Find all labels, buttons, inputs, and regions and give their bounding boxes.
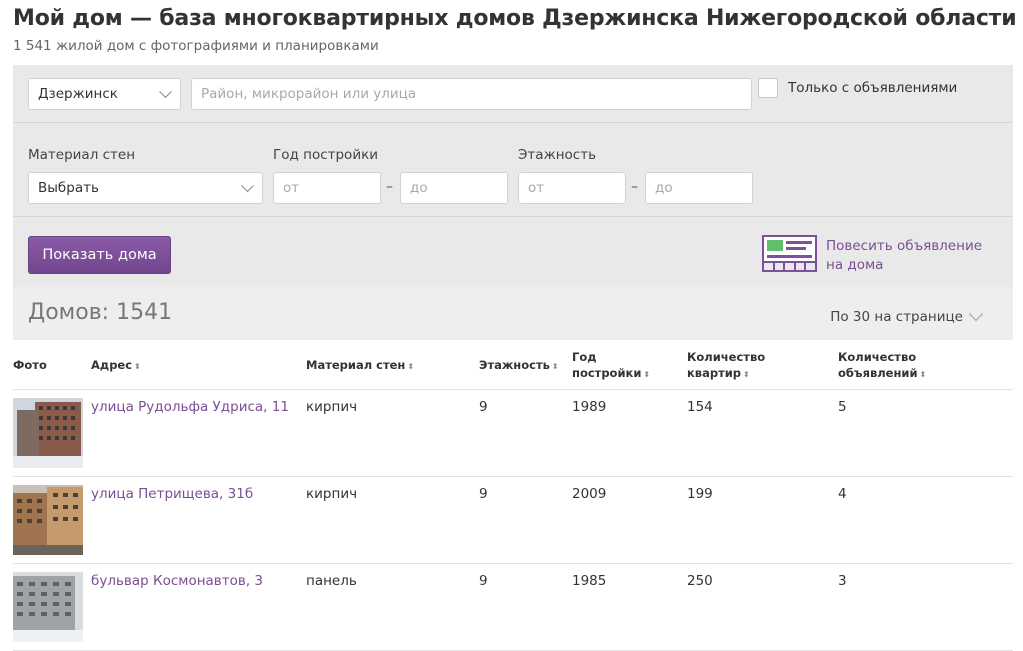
year-label: Год постройки	[273, 147, 379, 163]
chevron-down-icon	[241, 179, 254, 193]
col-header-address-label: Адрес	[91, 358, 133, 372]
chevron-down-icon[interactable]	[968, 306, 984, 322]
col-header-floors[interactable]: Этажность ⬍	[479, 357, 559, 375]
table-header-separator	[13, 389, 1013, 390]
houses-count: Домов: 1541	[28, 300, 173, 325]
year-from-input[interactable]: от	[273, 172, 381, 204]
col-header-year-line1: Год	[572, 350, 597, 364]
col-header-ads-line2-text: объявлений	[838, 366, 918, 380]
col-header-apartments[interactable]: Количество квартир ⬍	[687, 349, 765, 383]
cell-material: панель	[306, 573, 357, 589]
cell-apartments: 154	[687, 399, 713, 415]
row-separator	[13, 476, 1013, 477]
cell-material: кирпич	[306, 399, 358, 415]
floors-to-placeholder: до	[655, 180, 673, 196]
page-subtitle: 1 541 жилой дом с фотографиями и планиро…	[13, 38, 379, 54]
post-ad-link-line1: Повесить объявление	[826, 238, 983, 254]
only-with-ads-label[interactable]: Только с объявлениями	[788, 80, 957, 96]
city-select[interactable]: Дзержинск	[28, 78, 181, 110]
col-header-year[interactable]: Год постройки ⬍	[572, 349, 650, 383]
billboard-icon[interactable]	[762, 235, 817, 272]
cell-ads: 3	[838, 573, 847, 589]
house-photo[interactable]	[13, 485, 83, 555]
col-header-year-line2-text: постройки	[572, 366, 642, 380]
filters-separator	[13, 122, 1013, 123]
sort-icon: ⬍	[743, 370, 750, 379]
building-photo-2	[13, 485, 83, 555]
sort-icon: ⬍	[407, 362, 415, 371]
col-header-photo: Фото	[13, 358, 47, 372]
post-ad-link[interactable]: Повесить объявление на дома	[826, 237, 996, 275]
floors-from-input[interactable]: от	[518, 172, 626, 204]
post-ad-link-line2: на дома	[826, 257, 884, 273]
address-link[interactable]: улица Петрищева, 31б	[91, 486, 253, 502]
col-header-apartments-line1: Количество	[687, 350, 766, 364]
cell-year: 2009	[572, 486, 607, 502]
cell-material: кирпич	[306, 486, 358, 502]
cell-ads: 5	[838, 399, 847, 415]
col-header-ads[interactable]: Количество объявлений ⬍	[838, 349, 926, 383]
material-label: Материал стен	[28, 147, 136, 163]
address-link[interactable]: бульвар Космонавтов, 3	[91, 573, 263, 589]
cell-floors: 9	[479, 486, 488, 502]
show-houses-button[interactable]: Показать дома	[28, 236, 171, 274]
cell-year: 1989	[572, 399, 607, 415]
search-input-placeholder: Район, микрорайон или улица	[201, 86, 417, 102]
col-header-material[interactable]: Материал стен ⬍	[306, 357, 414, 375]
year-to-input[interactable]: до	[400, 172, 508, 204]
cell-year: 1985	[572, 573, 607, 589]
cell-apartments: 199	[687, 486, 713, 502]
search-input[interactable]: Район, микрорайон или улица	[191, 78, 752, 110]
cell-ads: 4	[838, 486, 847, 502]
col-header-apartments-line2: квартир ⬍	[687, 365, 765, 383]
page-title: Мой дом — база многоквартирных домов Дзе…	[13, 6, 1017, 31]
building-photo-1	[13, 398, 83, 468]
only-with-ads-checkbox[interactable]	[758, 78, 778, 98]
year-range-dash: –	[386, 179, 393, 195]
cell-apartments: 250	[687, 573, 713, 589]
house-photo[interactable]	[13, 398, 83, 468]
cell-floors: 9	[479, 573, 488, 589]
city-select-value: Дзержинск	[38, 86, 118, 102]
floors-to-input[interactable]: до	[645, 172, 753, 204]
col-header-material-label: Материал стен	[306, 358, 406, 372]
results-bar: Домов: 1541 По 30 на странице	[13, 287, 1013, 340]
material-select[interactable]: Выбрать	[28, 172, 263, 204]
filters-separator	[13, 216, 1013, 217]
col-header-ads-line1: Количество	[838, 350, 917, 364]
chevron-down-icon	[159, 85, 172, 99]
material-select-value: Выбрать	[38, 180, 99, 196]
col-header-floors-label: Этажность	[479, 358, 550, 372]
sort-icon: ⬍	[134, 362, 141, 371]
col-header-address[interactable]: Адрес ⬍	[91, 357, 141, 375]
row-separator	[13, 563, 1013, 564]
floors-range-dash: –	[631, 179, 638, 195]
cell-floors: 9	[479, 399, 488, 415]
col-header-apartments-line2-text: квартир	[687, 366, 742, 380]
floors-from-placeholder: от	[528, 180, 545, 196]
address-link[interactable]: улица Рудольфа Удриса, 11	[91, 399, 289, 415]
house-photo[interactable]	[13, 572, 83, 642]
filters-panel: Дзержинск Район, микрорайон или улица То…	[13, 65, 1013, 287]
sort-icon-desc: ⬍	[919, 370, 927, 379]
sort-icon: ⬍	[643, 370, 651, 379]
building-photo-3	[13, 572, 83, 642]
year-from-placeholder: от	[283, 180, 300, 196]
sort-icon: ⬍	[551, 362, 559, 371]
year-to-placeholder: до	[410, 180, 428, 196]
floors-label: Этажность	[518, 147, 597, 163]
col-header-year-line2: постройки ⬍	[572, 365, 650, 383]
per-page-select[interactable]: По 30 на странице	[830, 309, 963, 325]
col-header-ads-line2: объявлений ⬍	[838, 365, 926, 383]
